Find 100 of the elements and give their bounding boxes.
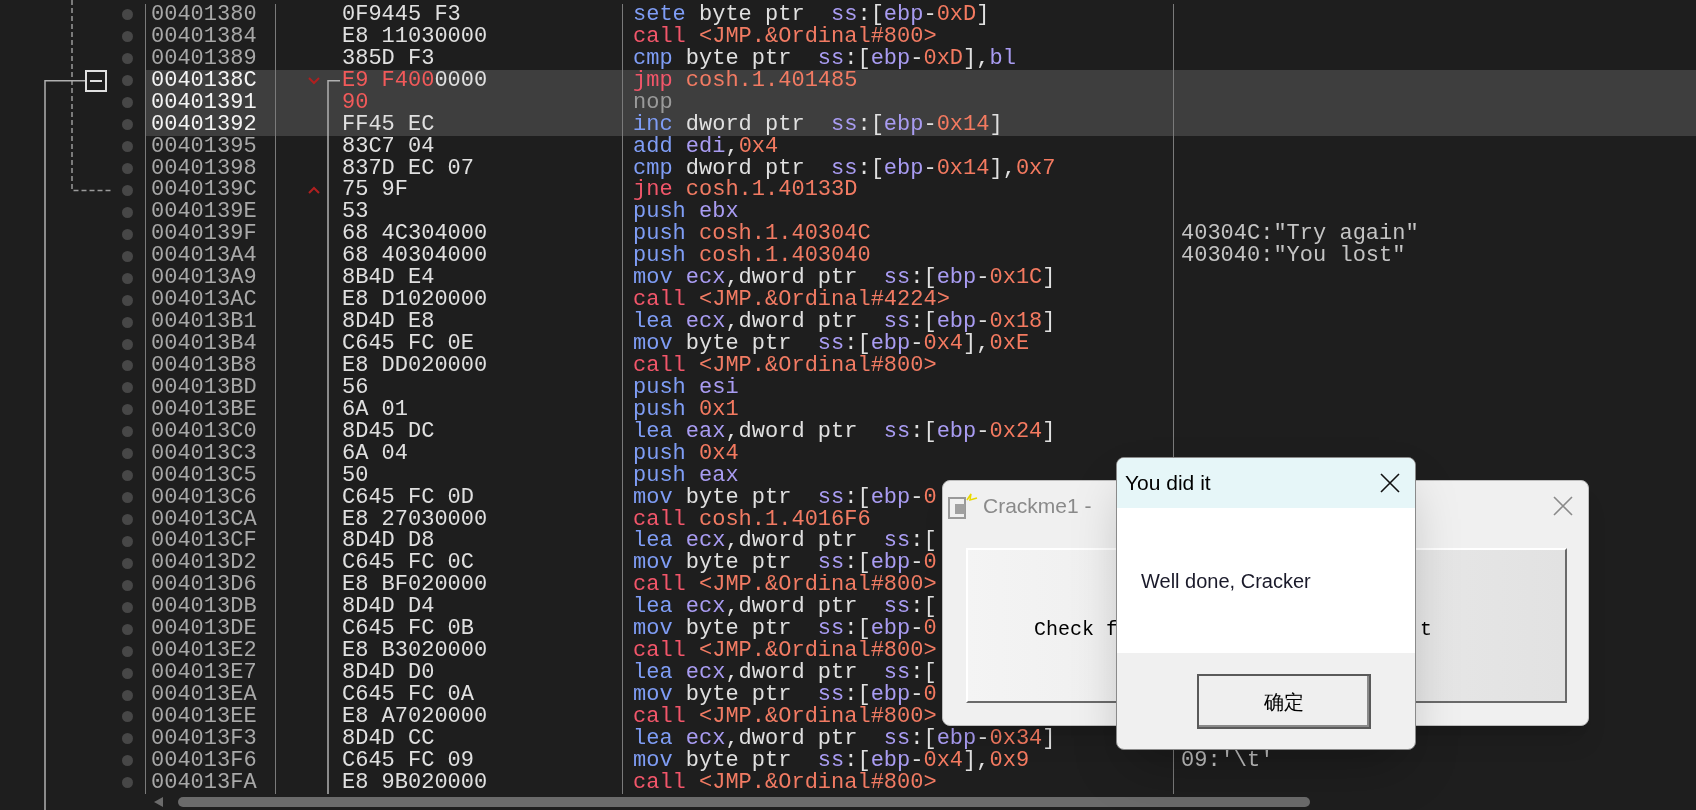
instruction-cell: nop — [633, 91, 673, 114]
instruction-cell: push cosh.1.403040 — [633, 245, 871, 268]
address-cell: 004013B8 — [151, 354, 257, 377]
instruction-cell: push cosh.1.40304C — [633, 223, 871, 246]
instruction-cell: mov byte ptr ss:[ebp-0 — [633, 684, 937, 707]
instruction-cell: cmp dword ptr ss:[ebp-0x14],0x7 — [633, 157, 1056, 180]
instruction-cell: call <JMP.&Ordinal#800> — [633, 354, 937, 377]
address-cell: 004013B1 — [151, 311, 257, 334]
bytes-cell: 8D4D D4 — [342, 596, 435, 619]
comment-cell: 403040:"You lost" — [1181, 245, 1406, 268]
instruction-cell: jne cosh.1.40133D — [633, 179, 858, 202]
instruction-cell: call <JMP.&Ordinal#800> — [633, 705, 937, 728]
instruction-cell: call <JMP.&Ordinal#800> — [633, 25, 937, 48]
address-cell: 00401384 — [151, 25, 257, 48]
bytes-cell: E8 11030000 — [342, 25, 488, 48]
bytes-cell: FF45 EC — [342, 113, 435, 136]
bytes-cell: 50 — [342, 464, 369, 487]
instruction-cell: lea ecx,dword ptr ss:[ — [633, 596, 937, 619]
address-cell: 0040139F — [151, 223, 257, 246]
bytes-cell: E8 27030000 — [342, 508, 488, 531]
address-cell: 004013FA — [151, 771, 257, 794]
instruction-cell: call <JMP.&Ordinal#4224> — [633, 289, 950, 312]
address-cell: 004013C6 — [151, 486, 257, 509]
address-cell: 004013D6 — [151, 574, 257, 597]
address-cell: 004013C3 — [151, 442, 257, 465]
address-cell: 004013EA — [151, 684, 257, 707]
instruction-cell: add edi,0x4 — [633, 135, 779, 158]
bytes-cell: E8 DD020000 — [342, 354, 488, 377]
bytes-cell: 6A 04 — [342, 442, 408, 465]
bytes-cell: C645 FC 0B — [342, 618, 475, 641]
bytes-cell: 8D4D D0 — [342, 662, 435, 685]
address-cell: 004013E2 — [151, 640, 257, 663]
dialog-message: Well done, Cracker — [1141, 568, 1311, 594]
bytes-cell: E8 9B020000 — [342, 771, 488, 794]
bytes-cell: 0F9445 F3 — [342, 3, 461, 26]
address-cell: 004013C5 — [151, 464, 257, 487]
bytes-cell: E8 BF020000 — [342, 574, 488, 597]
address-cell: 004013A4 — [151, 245, 257, 268]
instruction-cell: push 0x1 — [633, 398, 739, 421]
instruction-cell: sete byte ptr ss:[ebp-0xD] — [633, 3, 990, 26]
bytes-cell: 56 — [342, 376, 369, 399]
bytes-cell: 83C7 04 — [342, 135, 435, 158]
instruction-cell: cmp byte ptr ss:[ebp-0xD],bl — [633, 47, 1016, 70]
address-cell: 0040138C — [151, 69, 257, 92]
dialog-title: You did it — [1125, 470, 1211, 497]
address-cell: 004013B4 — [151, 333, 257, 356]
instruction-cell: lea eax,dword ptr ss:[ebp-0x24] — [633, 420, 1056, 443]
address-cell: 0040139C — [151, 179, 257, 202]
instruction-cell: mov byte ptr ss:[ebp-0 — [633, 486, 937, 509]
bytes-cell: C645 FC 0C — [342, 552, 475, 575]
bytes-cell: 53 — [342, 201, 369, 224]
comment-cell: 09:'\t' — [1181, 749, 1274, 772]
instruction-cell: inc dword ptr ss:[ebp-0x14] — [633, 113, 1003, 136]
instruction-cell: mov byte ptr ss:[ebp-0 — [633, 552, 937, 575]
address-cell: 004013A9 — [151, 267, 257, 290]
instruction-cell: lea ecx,dword ptr ss:[ebp-0x34] — [633, 727, 1056, 750]
address-cell: 00401389 — [151, 47, 257, 70]
address-cell: 004013EE — [151, 705, 257, 728]
instruction-cell: push 0x4 — [633, 442, 739, 465]
bytes-cell: E9 F4000000 — [342, 69, 488, 92]
window-title: Crackme1 - — [983, 493, 1092, 520]
instruction-cell: call <JMP.&Ordinal#800> — [633, 771, 937, 794]
address-cell: 00401391 — [151, 91, 257, 114]
address-cell: 004013DE — [151, 618, 257, 641]
bytes-cell: 6A 01 — [342, 398, 408, 421]
address-cell: 004013C0 — [151, 420, 257, 443]
instruction-cell: lea ecx,dword ptr ss:[ — [633, 530, 937, 553]
instruction-cell: call <JMP.&Ordinal#800> — [633, 574, 937, 597]
bytes-cell: 8B4D E4 — [342, 267, 435, 290]
bytes-cell: E8 A7020000 — [342, 705, 488, 728]
instruction-cell: mov byte ptr ss:[ebp-0x4],0x9 — [633, 749, 1030, 772]
bytes-cell: 68 40304000 — [342, 245, 488, 268]
bytes-cell: 68 4C304000 — [342, 223, 488, 246]
address-cell: 004013CF — [151, 530, 257, 553]
address-cell: 004013AC — [151, 289, 257, 312]
address-cell: 004013CA — [151, 508, 257, 531]
instruction-cell: jmp cosh.1.401485 — [633, 69, 858, 92]
bytes-cell: 385D F3 — [342, 47, 435, 70]
address-cell: 004013BD — [151, 376, 257, 399]
address-cell: 004013E7 — [151, 662, 257, 685]
address-cell: 004013BE — [151, 398, 257, 421]
bytes-cell: C645 FC 09 — [342, 749, 475, 772]
bytes-cell: 8D4D E8 — [342, 311, 435, 334]
address-cell: 00401380 — [151, 3, 257, 26]
bytes-cell: 8D45 DC — [342, 420, 435, 443]
address-cell: 004013DB — [151, 596, 257, 619]
bytes-cell: 90 — [342, 91, 369, 114]
instruction-cell: push eax — [633, 464, 739, 487]
address-cell: 00401398 — [151, 157, 257, 180]
bytes-cell: C645 FC 0D — [342, 486, 475, 509]
address-cell: 0040139E — [151, 201, 257, 224]
bytes-cell: 837D EC 07 — [342, 157, 475, 180]
instruction-cell: lea ecx,dword ptr ss:[ — [633, 662, 937, 685]
address-cell: 00401395 — [151, 135, 257, 158]
instruction-cell: push ebx — [633, 201, 739, 224]
instruction-cell: call <JMP.&Ordinal#800> — [633, 640, 937, 663]
comment-cell: 40304C:"Try again" — [1181, 223, 1419, 246]
address-cell: 00401392 — [151, 113, 257, 136]
instruction-cell: push esi — [633, 376, 739, 399]
instruction-cell: mov byte ptr ss:[ebp-0x4],0xE — [633, 333, 1030, 356]
